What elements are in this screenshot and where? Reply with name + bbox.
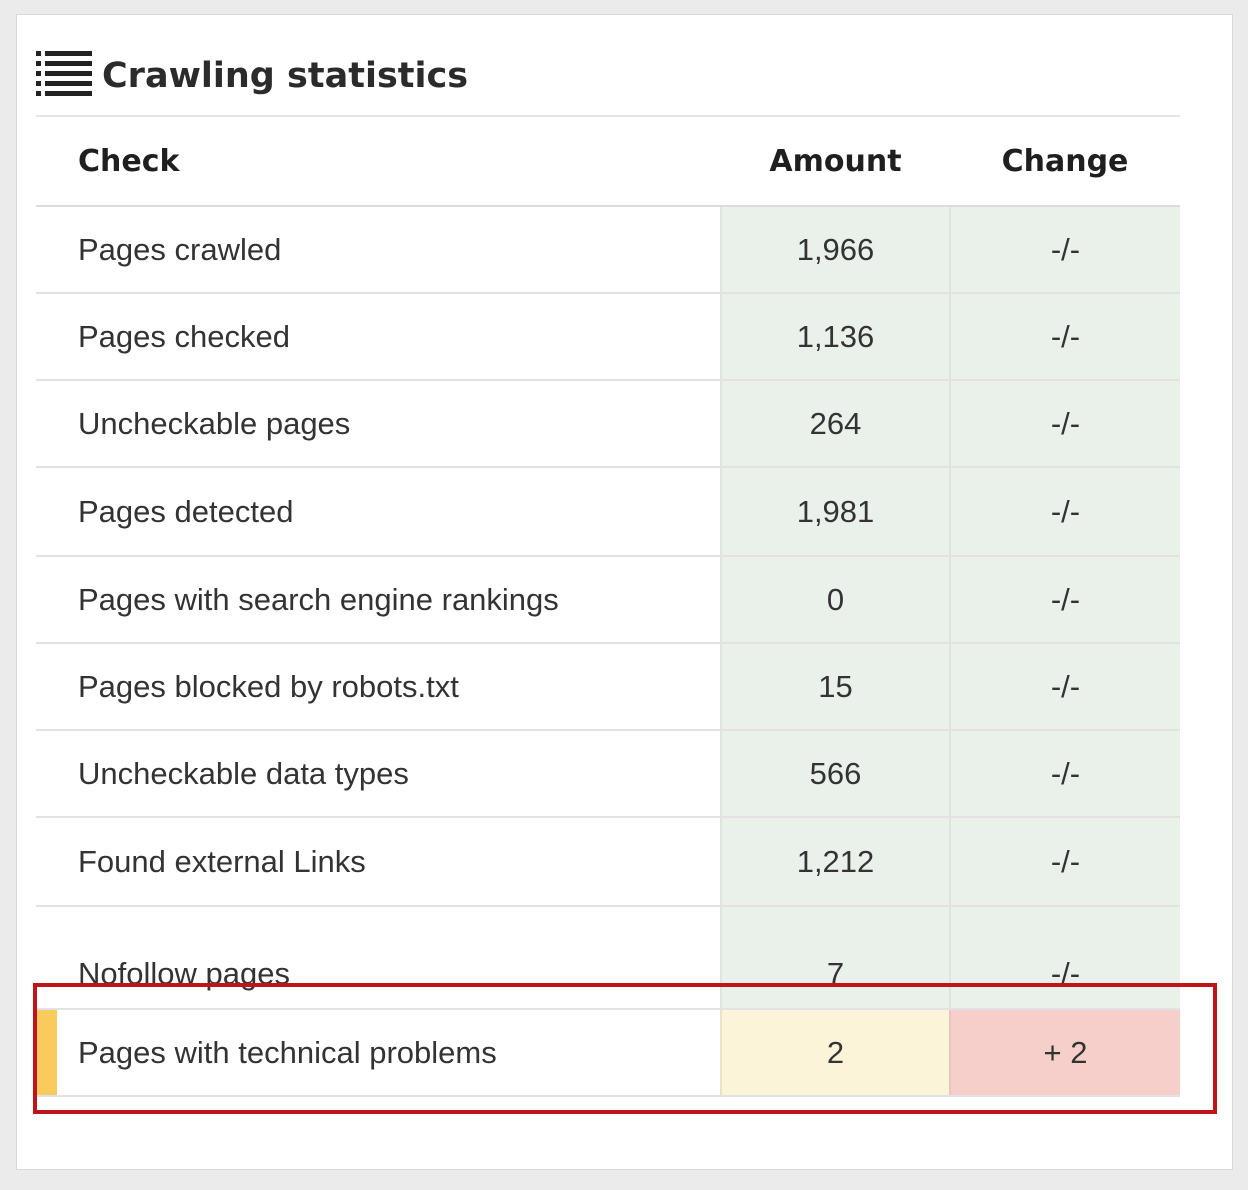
row-amount: 1,212 [720, 817, 950, 907]
row-check-label: Pages detected [36, 467, 721, 557]
table-row: Found external Links 1,212 -/- [36, 817, 1180, 907]
row-check-label: Nofollow pages [78, 956, 290, 991]
table-row: Pages blocked by robots.txt 15 -/- [36, 643, 1180, 731]
row-change-warning: + 2 [949, 1009, 1180, 1097]
row-change: -/- [949, 380, 1180, 468]
row-check-label: Pages checked [36, 293, 721, 381]
row-check-label: Uncheckable pages [36, 380, 721, 468]
row-spacer [36, 996, 1180, 1010]
row-change: -/- [949, 467, 1180, 557]
row-change: -/- [949, 556, 1180, 644]
table-row: Pages with search engine rankings 0 -/- [36, 556, 1180, 644]
row-amount: 264 [720, 380, 950, 468]
table-row: Pages detected 1,981 -/- [36, 467, 1180, 557]
table-row: Uncheckable data types 566 -/- [36, 730, 1180, 818]
row-check-label: Pages crawled [36, 206, 721, 294]
row-amount: 0 [720, 556, 950, 644]
table-row: Pages crawled 1,966 -/- [36, 206, 1180, 294]
spacer-cell [36, 996, 721, 1010]
list-icon [36, 51, 92, 96]
row-amount: 566 [720, 730, 950, 818]
table-header-row: Check Amount Change [36, 117, 1180, 207]
table-row: Pages checked 1,136 -/- [36, 293, 1180, 381]
table-row: Nofollow pages 7 -/- [36, 906, 1180, 996]
row-amount-warning: 2 [720, 1009, 950, 1097]
row-change: -/- [949, 293, 1180, 381]
row-check-label: Pages with search engine rankings [36, 556, 721, 644]
column-header-check: Check [36, 117, 721, 207]
spacer-cell [949, 996, 1180, 1010]
row-change: -/- [949, 906, 1180, 996]
row-amount: 1,981 [720, 467, 950, 557]
spacer-cell [720, 996, 950, 1010]
row-amount: 1,966 [720, 206, 950, 294]
row-check-label-warning: Pages with technical problems [36, 1009, 721, 1097]
row-amount: 1,136 [720, 293, 950, 381]
crawling-statistics-table: Check Amount Change Pages crawled 1,966 … [36, 117, 1180, 1097]
column-header-change: Change [950, 117, 1180, 207]
row-change: -/- [949, 817, 1180, 907]
row-amount: 15 [720, 643, 950, 731]
row-check-label: Found external Links [36, 817, 721, 907]
row-change: -/- [949, 206, 1180, 294]
warning-stripe [36, 1010, 57, 1095]
row-change: -/- [949, 643, 1180, 731]
row-check-label: Pages blocked by robots.txt [36, 643, 721, 731]
panel-title: Crawling statistics [102, 56, 469, 96]
row-change: -/- [949, 730, 1180, 818]
row-check-text: Pages with technical problems [78, 1034, 497, 1070]
panel-header: Crawling statistics [36, 36, 468, 116]
row-amount: 7 [720, 906, 950, 996]
row-check-label: Uncheckable data types [36, 730, 721, 818]
table-row-warning: Pages with technical problems 2 + 2 [36, 1009, 1180, 1097]
column-header-amount: Amount [721, 117, 950, 207]
table-row: Uncheckable pages 264 -/- [36, 380, 1180, 468]
